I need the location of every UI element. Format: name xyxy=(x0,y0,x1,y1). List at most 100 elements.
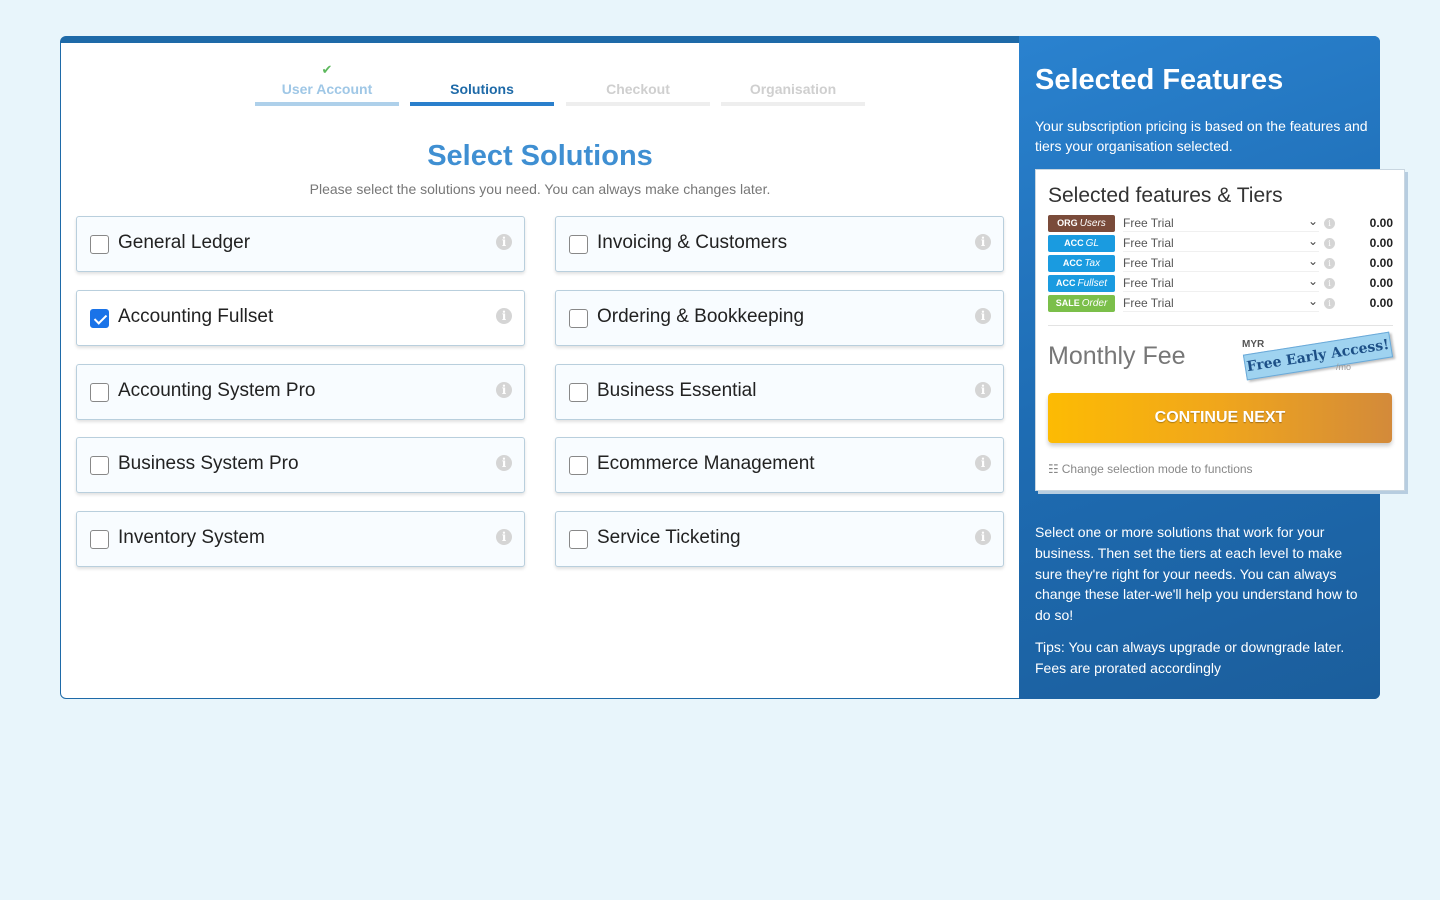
chevron-down-icon[interactable]: ⌄ xyxy=(1308,234,1318,248)
checkbox[interactable] xyxy=(569,383,588,402)
checkbox-checked[interactable] xyxy=(90,309,109,328)
per-month-label: /mo xyxy=(1336,362,1352,372)
option-label: Business Essential xyxy=(597,380,757,401)
tips-text: Tips: You can always upgrade or downgrad… xyxy=(1035,639,1345,676)
tier-select[interactable]: Free Trial xyxy=(1123,296,1319,312)
info-icon[interactable]: i xyxy=(496,529,512,545)
checkbox[interactable] xyxy=(90,235,109,254)
checkbox[interactable] xyxy=(90,383,109,402)
badge-prefix: ACC xyxy=(1056,278,1076,288)
progress-steps: ✔ User Account Solutions Checkout Organi… xyxy=(255,43,875,113)
page-subtitle: Please select the solutions you need. Yo… xyxy=(309,181,771,197)
step-label: Checkout xyxy=(606,81,670,97)
info-icon[interactable]: i xyxy=(1324,218,1335,229)
option-business-essential[interactable]: Business Essential i xyxy=(555,364,1004,420)
feature-badge: ORG Users xyxy=(1048,215,1115,232)
info-icon[interactable]: i xyxy=(496,308,512,324)
option-service-ticketing[interactable]: Service Ticketing i xyxy=(555,511,1004,567)
step-label: Solutions xyxy=(450,81,514,97)
option-accounting-system-pro[interactable]: Accounting System Pro i xyxy=(76,364,525,420)
signup-card: ✔ User Account Solutions Checkout Organi… xyxy=(60,36,1405,699)
feature-amount: 0.00 xyxy=(1369,256,1393,270)
option-invoicing-customers[interactable]: Invoicing & Customers i xyxy=(555,216,1004,272)
tier-select[interactable]: Free Trial xyxy=(1123,236,1319,252)
badge-prefix: ORG xyxy=(1057,218,1078,228)
selected-features-panel: Selected Features Your subscription pric… xyxy=(1019,36,1405,699)
option-label: Ordering & Bookkeeping xyxy=(597,306,805,327)
info-icon[interactable]: i xyxy=(975,382,991,398)
change-mode-link[interactable]: ☷ Change selection mode to functions xyxy=(1048,462,1253,476)
checkbox[interactable] xyxy=(90,530,109,549)
option-inventory-system[interactable]: Inventory System i xyxy=(76,511,525,567)
feature-row: SALE Order Free Trial ⌄ i 0.00 xyxy=(1048,294,1393,313)
checkbox[interactable] xyxy=(569,456,588,475)
feature-amount: 0.00 xyxy=(1369,276,1393,290)
feature-badge: SALE Order xyxy=(1048,295,1115,312)
info-icon[interactable]: i xyxy=(1324,278,1335,289)
step-bar xyxy=(410,102,554,106)
info-icon[interactable]: i xyxy=(975,234,991,250)
check-icon: ✔ xyxy=(321,62,333,77)
step-label: User Account xyxy=(281,81,373,97)
continue-next-button[interactable]: CONTINUE NEXT xyxy=(1048,393,1392,443)
chevron-down-icon[interactable]: ⌄ xyxy=(1308,294,1318,308)
info-icon[interactable]: i xyxy=(496,234,512,250)
solutions-panel: ✔ User Account Solutions Checkout Organi… xyxy=(61,43,1019,698)
step-solutions[interactable]: Solutions xyxy=(410,43,554,107)
chevron-down-icon[interactable]: ⌄ xyxy=(1308,254,1318,268)
info-icon[interactable]: i xyxy=(496,382,512,398)
badge-prefix: ACC xyxy=(1062,258,1083,268)
step-user-account[interactable]: ✔ User Account xyxy=(255,43,399,107)
checkbox[interactable] xyxy=(569,235,588,254)
info-icon[interactable]: i xyxy=(1324,298,1335,309)
checkbox[interactable] xyxy=(569,309,588,328)
feature-badge: ACC Tax xyxy=(1048,255,1115,272)
info-icon[interactable]: i xyxy=(975,529,991,545)
badge-prefix: SALE xyxy=(1055,298,1080,308)
option-label: Accounting System Pro xyxy=(118,380,316,401)
info-icon[interactable]: i xyxy=(1324,238,1335,249)
currency-label: MYR xyxy=(1242,339,1265,350)
step-label: Organisation xyxy=(749,81,837,97)
features-box-title: Selected features & Tiers xyxy=(1048,184,1283,207)
divider xyxy=(1048,325,1393,326)
info-icon[interactable]: i xyxy=(1324,258,1335,269)
info-icon[interactable]: i xyxy=(496,455,512,471)
info-icon[interactable]: i xyxy=(975,455,991,471)
step-bar xyxy=(566,102,710,106)
option-business-system-pro[interactable]: Business System Pro i xyxy=(76,437,525,493)
tier-select[interactable]: Free Trial xyxy=(1123,276,1319,292)
option-ecommerce-management[interactable]: Ecommerce Management i xyxy=(555,437,1004,493)
feature-badge: ACC GL xyxy=(1048,235,1115,252)
chevron-down-icon[interactable]: ⌄ xyxy=(1308,214,1318,228)
change-mode-label: Change selection mode to functions xyxy=(1061,462,1253,476)
option-label: Business System Pro xyxy=(118,453,299,474)
badge-prefix: ACC xyxy=(1064,238,1084,248)
feature-amount: 0.00 xyxy=(1369,236,1393,250)
option-label: Accounting Fullset xyxy=(118,306,274,327)
tier-select[interactable]: Free Trial xyxy=(1123,256,1319,272)
feature-row: ORG Users Free Trial ⌄ i 0.00 xyxy=(1048,214,1393,233)
sidebar-title: Selected Features xyxy=(1035,64,1284,96)
badge-name: Users xyxy=(1079,218,1106,229)
feature-amount: 0.00 xyxy=(1369,296,1393,310)
checkbox[interactable] xyxy=(569,530,588,549)
info-icon[interactable]: i xyxy=(975,308,991,324)
step-organisation[interactable]: Organisation xyxy=(721,43,865,107)
chevron-down-icon[interactable]: ⌄ xyxy=(1308,274,1318,288)
step-checkout[interactable]: Checkout xyxy=(566,43,710,107)
page-title: Select Solutions xyxy=(427,140,653,172)
option-label: Inventory System xyxy=(118,527,265,548)
checkbox[interactable] xyxy=(90,456,109,475)
badge-name: Order xyxy=(1081,298,1108,309)
feature-row: ACC Tax Free Trial ⌄ i 0.00 xyxy=(1048,254,1393,273)
option-accounting-fullset[interactable]: Accounting Fullset i xyxy=(76,290,525,346)
option-general-ledger[interactable]: General Ledger i xyxy=(76,216,525,272)
option-ordering-bookkeeping[interactable]: Ordering & Bookkeeping i xyxy=(555,290,1004,346)
badge-name: Tax xyxy=(1084,258,1101,269)
tier-select[interactable]: Free Trial xyxy=(1123,216,1319,232)
free-early-access-stamp: Free Early Access! xyxy=(1242,331,1394,381)
option-label: Service Ticketing xyxy=(597,527,741,548)
option-label: General Ledger xyxy=(118,232,251,253)
badge-name: Fullset xyxy=(1077,278,1107,289)
